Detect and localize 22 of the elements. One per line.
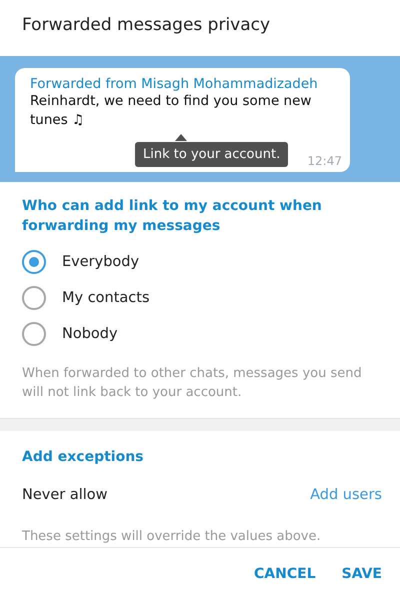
exceptions-note: These settings will override the values above. bbox=[22, 529, 322, 544]
message-time: 12:47 bbox=[307, 154, 342, 168]
option-label: Everybody bbox=[62, 254, 140, 270]
save-button[interactable]: SAVE bbox=[332, 560, 392, 588]
section-note: When forwarded to other chats, messages you send will not link back to your account. bbox=[22, 365, 363, 402]
never-allow-label: Never allow bbox=[22, 487, 108, 503]
cancel-button[interactable]: CANCEL bbox=[244, 560, 326, 588]
option-label: My contacts bbox=[62, 290, 150, 306]
forwarded-from-text: Forwarded from Misagh Mohammadizadeh bbox=[30, 76, 319, 92]
radio-option[interactable]: Everybody bbox=[22, 250, 378, 274]
message-text: Reinhardt, we need to find you some new tunes ♫ bbox=[30, 92, 312, 130]
window-title: Forwarded messages privacy bbox=[21, 14, 272, 37]
radio-option[interactable]: My contacts bbox=[22, 286, 378, 310]
radio-button[interactable] bbox=[22, 322, 46, 346]
exceptions-title: Add exceptions bbox=[22, 449, 145, 465]
radio-button[interactable] bbox=[22, 250, 46, 274]
radio-option[interactable]: Nobody bbox=[22, 322, 378, 346]
tooltip-arrow-icon bbox=[175, 134, 187, 141]
option-label: Nobody bbox=[62, 326, 118, 342]
tooltip: Link to your account. bbox=[135, 142, 288, 167]
section-title: Who can add link to my account when forwarding my messages bbox=[22, 197, 323, 236]
radio-button[interactable] bbox=[22, 286, 46, 310]
